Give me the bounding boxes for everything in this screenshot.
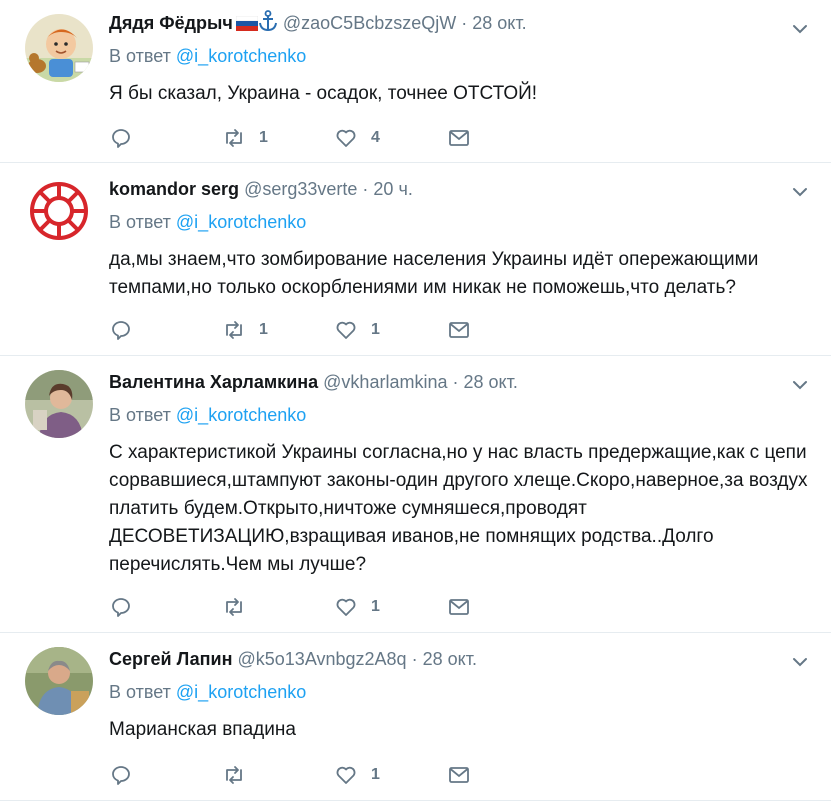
tweet-text: Я бы сказал, Украина - осадок, точнее ОТ… bbox=[109, 83, 538, 104]
tweet-header: komandor serg @serg33verte · 20 ч. bbox=[109, 176, 811, 202]
chevron-down-icon[interactable] bbox=[791, 376, 809, 394]
user-name[interactable]: Сергей Лапин bbox=[109, 649, 232, 669]
avatar[interactable] bbox=[25, 647, 93, 715]
like-button[interactable]: 4 bbox=[334, 124, 380, 152]
tweet-header: Дядя Фёдрыч @zaoC5BcbzszeQjW · 28 окт. bbox=[109, 10, 811, 36]
tweet-header: Валентина Харламкина @vkharlamkina · 28 … bbox=[109, 369, 811, 395]
tweet-timestamp[interactable]: 28 окт. bbox=[423, 649, 477, 669]
heart-icon bbox=[336, 766, 356, 784]
tweet[interactable]: komandor serg @serg33verte · 20 ч. В отв… bbox=[0, 163, 831, 356]
retweet-button[interactable]: 1 bbox=[222, 316, 268, 344]
separator-dot: · bbox=[362, 179, 369, 199]
chevron-down-icon[interactable] bbox=[791, 20, 809, 38]
reply-button[interactable] bbox=[109, 593, 133, 621]
reply-prefix: В ответ bbox=[109, 212, 171, 232]
tweet-text: Марианская впадина bbox=[109, 719, 296, 740]
direct-message-button[interactable] bbox=[447, 593, 471, 621]
reply-prefix: В ответ bbox=[109, 405, 171, 425]
avatar-cartoon-boy-image bbox=[25, 14, 93, 82]
user-handle[interactable]: @zaoC5BcbzszeQjW bbox=[283, 13, 456, 33]
heart-icon bbox=[336, 321, 356, 339]
reply-icon bbox=[112, 598, 130, 617]
like-button[interactable]: 1 bbox=[334, 593, 380, 621]
anchor-icon bbox=[258, 10, 278, 39]
retweet-count: 1 bbox=[259, 129, 268, 146]
avatar[interactable] bbox=[25, 370, 93, 438]
user-handle[interactable]: @serg33verte bbox=[244, 179, 357, 199]
tweet-timestamp[interactable]: 28 окт. bbox=[472, 13, 526, 33]
avatar-man-photo-image bbox=[25, 647, 93, 715]
user-handle[interactable]: @k5o13Avnbgz2A8q bbox=[238, 649, 407, 669]
retweet-icon bbox=[226, 766, 242, 784]
tweet-text: С характеристикой Украины согласна,но у … bbox=[109, 442, 808, 575]
retweet-icon bbox=[226, 598, 242, 616]
like-button[interactable]: 1 bbox=[334, 761, 380, 789]
reply-prefix: В ответ bbox=[109, 682, 171, 702]
reply-context: В ответ @i_korotchenko bbox=[109, 210, 811, 234]
tweet-actions: 1 1 bbox=[109, 316, 509, 344]
like-button[interactable]: 1 bbox=[334, 316, 380, 344]
direct-message-button[interactable] bbox=[447, 316, 471, 344]
retweet-button[interactable] bbox=[222, 593, 259, 621]
avatar-woman-photo-image bbox=[25, 370, 93, 438]
tweet-text: да,мы знаем,что зомбирование населения У… bbox=[109, 249, 759, 298]
reply-mention-link[interactable]: @i_korotchenko bbox=[176, 405, 306, 425]
like-count: 1 bbox=[371, 321, 380, 338]
reply-button[interactable] bbox=[109, 316, 133, 344]
retweet-count: 1 bbox=[259, 321, 268, 338]
user-handle[interactable]: @vkharlamkina bbox=[323, 372, 447, 392]
tweet-header: Сергей Лапин @k5o13Avnbgz2A8q · 28 окт. bbox=[109, 646, 811, 672]
reply-icon bbox=[112, 321, 130, 340]
reply-button[interactable] bbox=[109, 124, 133, 152]
like-count: 1 bbox=[371, 598, 380, 615]
tweet[interactable]: Дядя Фёдрыч @zaoC5BcbzszeQjW · 28 окт. В… bbox=[0, 0, 831, 163]
heart-icon bbox=[336, 598, 356, 616]
reply-mention-link[interactable]: @i_korotchenko bbox=[176, 682, 306, 702]
reply-prefix: В ответ bbox=[109, 46, 171, 66]
avatar[interactable] bbox=[25, 177, 93, 245]
heart-icon bbox=[336, 129, 356, 147]
tweet-timestamp[interactable]: 20 ч. bbox=[373, 179, 412, 199]
reply-mention-link[interactable]: @i_korotchenko bbox=[176, 46, 306, 66]
reply-icon bbox=[112, 129, 130, 148]
tweet-timestamp[interactable]: 28 окт. bbox=[464, 372, 518, 392]
reply-context: В ответ @i_korotchenko bbox=[109, 403, 811, 427]
direct-message-button[interactable] bbox=[447, 761, 471, 789]
retweet-button[interactable] bbox=[222, 761, 259, 789]
like-count: 1 bbox=[371, 766, 380, 783]
retweet-icon bbox=[226, 321, 242, 339]
envelope-icon bbox=[449, 322, 469, 338]
retweet-button[interactable]: 1 bbox=[222, 124, 268, 152]
reply-icon bbox=[112, 766, 130, 785]
user-name[interactable]: Валентина Харламкина bbox=[109, 372, 318, 392]
user-name[interactable]: komandor serg bbox=[109, 179, 239, 199]
avatar[interactable] bbox=[25, 14, 93, 82]
chevron-down-icon[interactable] bbox=[791, 653, 809, 671]
tweet[interactable]: Валентина Харламкина @vkharlamkina · 28 … bbox=[0, 356, 831, 633]
tweet[interactable]: Сергей Лапин @k5o13Avnbgz2A8q · 28 окт. … bbox=[0, 633, 831, 801]
avatar-red-symbol-image bbox=[25, 177, 93, 245]
tweet-actions: 1 bbox=[109, 593, 509, 621]
separator-dot: · bbox=[452, 372, 459, 392]
user-name[interactable]: Дядя Фёдрыч bbox=[109, 13, 233, 33]
envelope-icon bbox=[449, 130, 469, 146]
reply-context: В ответ @i_korotchenko bbox=[109, 680, 811, 704]
tweet-actions: 1 bbox=[109, 761, 509, 789]
envelope-icon bbox=[449, 599, 469, 615]
direct-message-button[interactable] bbox=[447, 124, 471, 152]
tweet-actions: 1 4 bbox=[109, 124, 509, 152]
reply-mention-link[interactable]: @i_korotchenko bbox=[176, 212, 306, 232]
reply-button[interactable] bbox=[109, 761, 133, 789]
replies-feed: Дядя Фёдрыч @zaoC5BcbzszeQjW · 28 окт. В… bbox=[0, 0, 831, 801]
envelope-icon bbox=[449, 767, 469, 783]
reply-context: В ответ @i_korotchenko bbox=[109, 44, 811, 68]
like-count: 4 bbox=[371, 129, 380, 146]
separator-dot: · bbox=[411, 649, 418, 669]
separator-dot: · bbox=[461, 13, 468, 33]
retweet-icon bbox=[226, 129, 242, 147]
russia-flag-icon bbox=[235, 12, 259, 38]
chevron-down-icon[interactable] bbox=[791, 183, 809, 201]
